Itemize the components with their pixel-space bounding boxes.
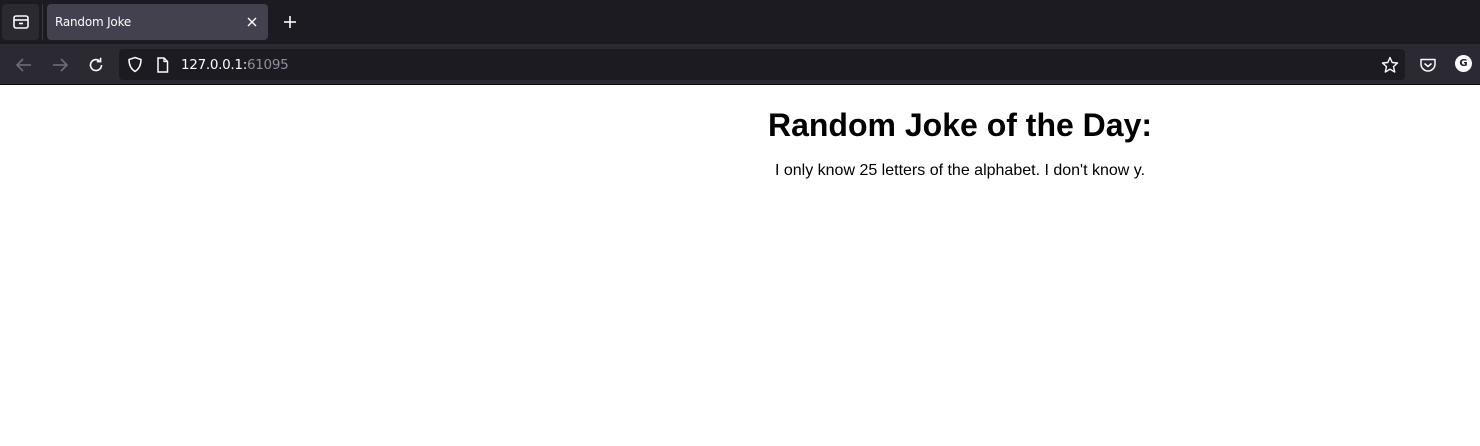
back-button[interactable]: [11, 52, 37, 78]
navigation-toolbar: 127.0.0.1:61095 G: [0, 44, 1480, 85]
pocket-button[interactable]: [1415, 52, 1441, 78]
arrow-right-icon: [51, 57, 69, 73]
new-tab-button[interactable]: [279, 11, 301, 33]
tab-random-joke[interactable]: Random Joke: [47, 4, 268, 40]
page-icon[interactable]: [154, 56, 171, 73]
url-bar[interactable]: 127.0.0.1:61095: [119, 49, 1405, 80]
reload-icon: [87, 56, 105, 74]
url-host: 127.0.0.1:: [181, 57, 247, 73]
pocket-icon: [1419, 57, 1437, 73]
close-icon[interactable]: [244, 14, 260, 30]
url-port: 61095: [246, 57, 289, 73]
tab-overview-button[interactable]: [2, 4, 39, 40]
shield-icon[interactable]: [126, 56, 143, 73]
star-icon[interactable]: [1380, 55, 1399, 74]
joke-text: I only know 25 letters of the alphabet. …: [774, 162, 1146, 179]
tab-strip-divider: [42, 4, 43, 40]
tab-strip: Random Joke: [0, 0, 1480, 44]
reload-button[interactable]: [83, 52, 109, 78]
account-avatar[interactable]: G: [1455, 55, 1472, 72]
plus-icon: [283, 15, 297, 29]
tab-title: Random Joke: [55, 15, 132, 29]
page-title: Random Joke of the Day:: [767, 107, 1153, 143]
arrow-left-icon: [15, 57, 33, 73]
tab-overview-icon: [12, 14, 30, 30]
url-text: 127.0.0.1:61095: [181, 57, 289, 73]
forward-button[interactable]: [47, 52, 73, 78]
page-content: Random Joke of the Day: I only know 25 l…: [440, 86, 1480, 446]
